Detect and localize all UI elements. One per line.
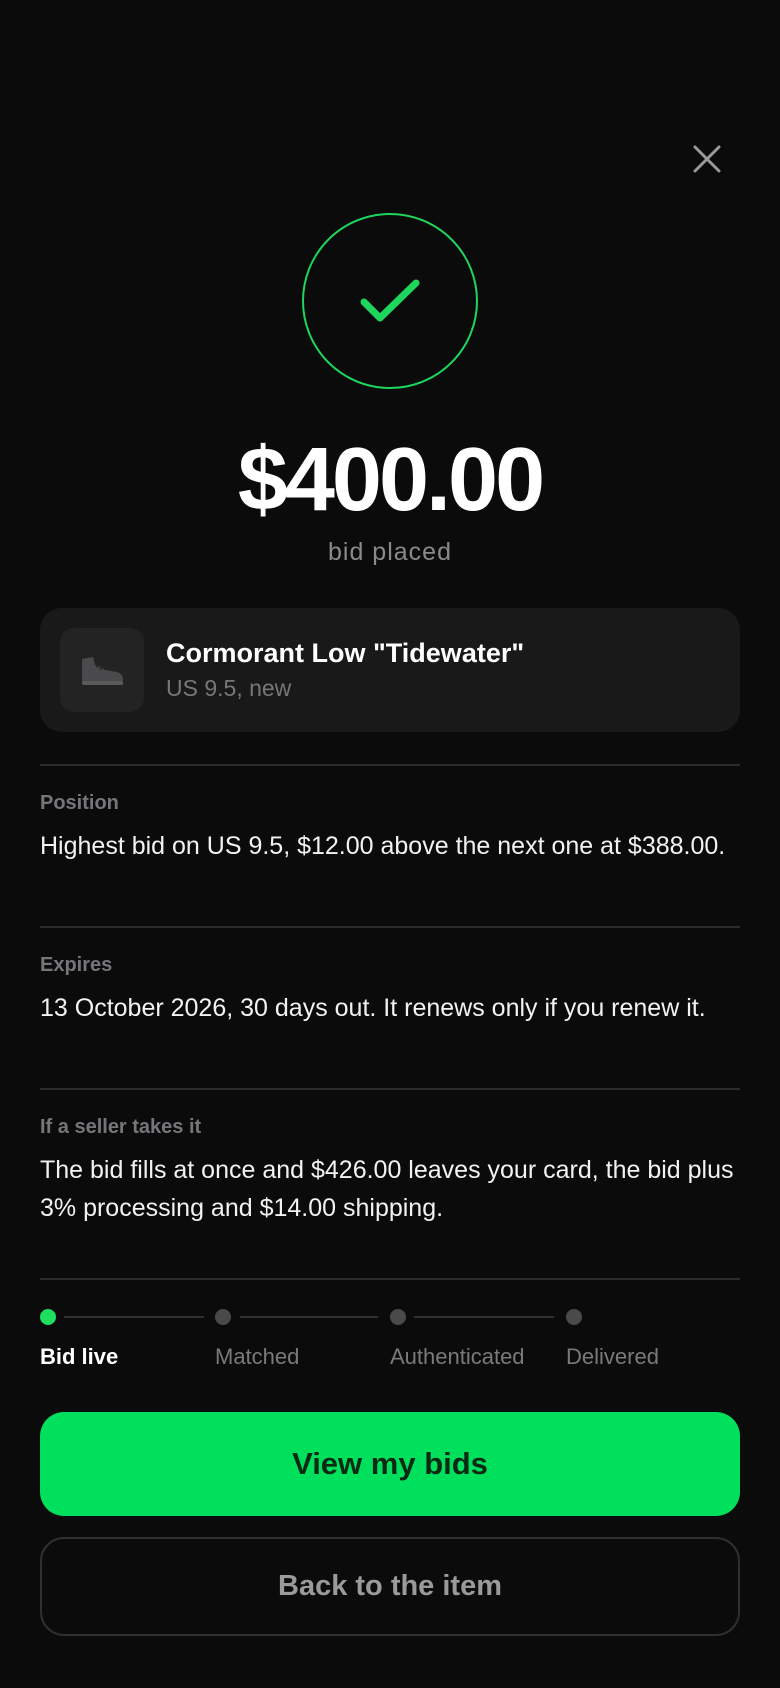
back-to-item-button[interactable]: Back to the item: [40, 1537, 740, 1636]
detail-label: If a seller takes it: [40, 1116, 202, 1138]
progress-connector: [240, 1316, 378, 1318]
bid-amount: $400.00: [237, 430, 545, 530]
product-card: Cormorant Low "Tidewater" US 9.5, new: [40, 608, 740, 732]
progress-step-dot: [566, 1309, 582, 1325]
progress-connector: [64, 1316, 204, 1318]
progress-step-label: Authenticated: [390, 1344, 525, 1369]
progress-step-dot: [215, 1309, 231, 1325]
divider: [40, 1278, 740, 1280]
detail-text: Highest bid on US 9.5, $12.00 above the …: [40, 832, 726, 860]
checkmark-icon: [360, 279, 420, 322]
view-my-bids-button[interactable]: View my bids: [40, 1412, 740, 1516]
progress-step-dot: [390, 1309, 406, 1325]
close-icon: [693, 145, 721, 173]
close-button[interactable]: [686, 138, 728, 180]
progress-step-label: Bid live: [40, 1344, 119, 1369]
detail-seller-takes: If a seller takes it The bid fills at on…: [40, 1116, 740, 1227]
progress-step-label: Matched: [215, 1344, 300, 1369]
sneaker-icon: [82, 657, 123, 685]
detail-label: Position: [40, 792, 119, 814]
divider: [40, 1088, 740, 1090]
progress-step-dot: [40, 1309, 56, 1325]
product-name: Cormorant Low "Tidewater": [166, 638, 525, 668]
detail-expires: Expires 13 October 2026, 30 days out. It…: [40, 954, 740, 1027]
divider: [40, 764, 740, 766]
progress-connector: [414, 1316, 554, 1318]
success-badge: [302, 213, 478, 389]
bid-confirmation-screen: $400.00 bid placed Cormorant Low "Tidewa…: [0, 0, 780, 1688]
detail-text: The bid fills at once and $426.00 leaves…: [40, 1156, 734, 1222]
bid-status-subtitle: bid placed: [328, 538, 452, 566]
detail-text: 13 October 2026, 30 days out. It renews …: [40, 994, 706, 1022]
divider: [40, 926, 740, 928]
product-variant: US 9.5, new: [166, 675, 292, 701]
detail-label: Expires: [40, 954, 113, 976]
detail-position: Position Highest bid on US 9.5, $12.00 a…: [40, 792, 740, 865]
product-thumbnail: [60, 628, 144, 712]
progress-step-label: Delivered: [566, 1344, 659, 1369]
